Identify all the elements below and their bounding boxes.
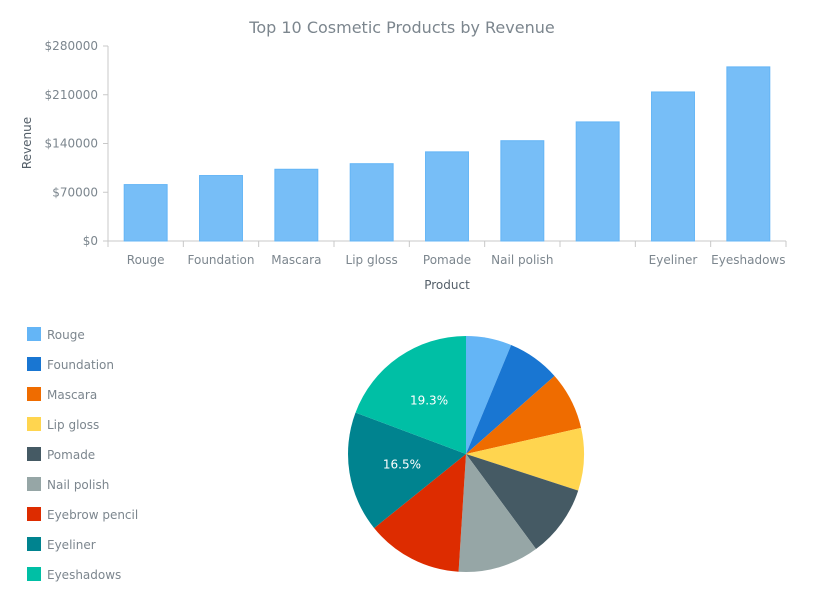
bar-chart: $0 $70000 $140000 $210000 $280000 Rouge Founda…: [45, 39, 787, 267]
legend-swatch: [27, 357, 41, 371]
y-tick-label: $280000: [45, 39, 98, 53]
legend-swatch: [27, 387, 41, 401]
legend: Rouge Foundation Mascara Lip gloss Pomade Nai…: [27, 327, 138, 582]
x-axis-title: Product: [424, 278, 470, 292]
x-tick-label: Pomade: [423, 253, 471, 267]
pie-data-label: 16.5%: [383, 457, 421, 471]
chart-canvas: Top 10 Cosmetic Products by Revenue $0 $7…: [20, 18, 787, 582]
legend-item-eyebrow-pencil[interactable]: Eyebrow pencil: [27, 507, 138, 522]
legend-label: Foundation: [47, 358, 114, 372]
bar-pomade[interactable]: [425, 151, 469, 242]
x-tick-label: Nail polish: [491, 253, 553, 267]
y-tick-label: $140000: [45, 137, 98, 151]
bar-eyebrow-pencil[interactable]: [575, 121, 620, 242]
legend-swatch: [27, 447, 41, 461]
legend-label: Eyebrow pencil: [47, 508, 138, 522]
y-axis-title: Revenue: [20, 117, 34, 169]
legend-label: Nail polish: [47, 478, 109, 492]
bar-mascara[interactable]: [274, 168, 319, 242]
legend-swatch: [27, 537, 41, 551]
y-tick-label: $0: [83, 234, 98, 248]
chart-title: Top 10 Cosmetic Products by Revenue: [248, 18, 554, 37]
x-tick-label: Eyeshadows: [711, 253, 785, 267]
x-tick-label: Eyeliner: [649, 253, 698, 267]
legend-label: Eyeliner: [47, 538, 96, 552]
y-tick-label: $70000: [52, 185, 98, 199]
legend-item-lip-gloss[interactable]: Lip gloss: [27, 417, 99, 432]
legend-item-eyeshadows[interactable]: Eyeshadows: [27, 567, 121, 582]
legend-item-eyeliner[interactable]: Eyeliner: [27, 537, 96, 552]
legend-swatch: [27, 567, 41, 581]
legend-item-foundation[interactable]: Foundation: [27, 357, 114, 372]
bar-rouge[interactable]: [123, 184, 168, 242]
pie-data-label: 19.3%: [410, 394, 448, 408]
x-tick-label: Lip gloss: [346, 253, 398, 267]
legend-label: Eyeshadows: [47, 568, 121, 582]
legend-item-nail-polish[interactable]: Nail polish: [27, 477, 109, 492]
x-tick-label: Foundation: [188, 253, 255, 267]
x-tick-label: Rouge: [127, 253, 165, 267]
legend-label: Mascara: [47, 388, 97, 402]
legend-swatch: [27, 327, 41, 341]
bar-eyeshadows[interactable]: [726, 66, 771, 242]
bar-lip-gloss[interactable]: [349, 163, 394, 242]
legend-label: Pomade: [47, 448, 95, 462]
y-tick-label: $210000: [45, 88, 98, 102]
pie-chart: 16.5% 19.3%: [348, 335, 584, 572]
legend-swatch: [27, 507, 41, 521]
legend-item-mascara[interactable]: Mascara: [27, 387, 97, 402]
legend-label: Rouge: [47, 328, 85, 342]
legend-item-pomade[interactable]: Pomade: [27, 447, 95, 462]
legend-item-rouge[interactable]: Rouge: [27, 327, 85, 342]
bar-nail-polish[interactable]: [500, 140, 545, 242]
bar-foundation[interactable]: [199, 175, 243, 242]
legend-swatch: [27, 417, 41, 431]
x-tick-label: Mascara: [271, 253, 321, 267]
legend-label: Lip gloss: [47, 418, 99, 432]
bar-eyeliner[interactable]: [651, 91, 695, 242]
legend-swatch: [27, 477, 41, 491]
